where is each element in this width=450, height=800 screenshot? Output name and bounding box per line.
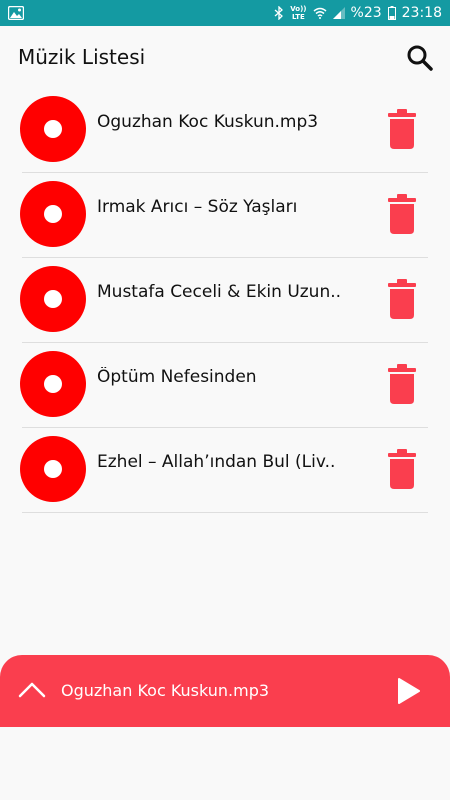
- wifi-icon: [313, 7, 327, 19]
- song-list-item[interactable]: Öptüm Nefesinden: [0, 343, 450, 428]
- disc-icon: [20, 436, 86, 502]
- delete-icon[interactable]: [386, 279, 418, 319]
- song-title: Mustafa Ceceli & Ekin Uzun..: [97, 282, 342, 302]
- song-title: Oguzhan Koc Kuskun.mp3: [97, 112, 319, 132]
- song-list-item[interactable]: Mustafa Ceceli & Ekin Uzun..: [0, 258, 450, 343]
- search-button[interactable]: [404, 42, 436, 74]
- mini-player[interactable]: Oguzhan Koc Kuskun.mp3: [0, 655, 450, 727]
- status-bar: Vo)) LTE %23 23:18: [0, 0, 450, 26]
- delete-icon[interactable]: [386, 109, 418, 149]
- song-list-item[interactable]: Irmak Arıcı – Söz Yaşları: [0, 173, 450, 258]
- bluetooth-icon: [274, 6, 284, 20]
- bottom-area: [0, 727, 450, 800]
- image-notification-icon: [7, 5, 25, 24]
- search-icon: [407, 45, 433, 71]
- volte-indicator: Vo)) LTE: [290, 5, 307, 21]
- song-title: Ezhel – Allah’ından Bul (Liv..: [97, 452, 336, 472]
- song-title: Irmak Arıcı – Söz Yaşları: [97, 197, 298, 217]
- delete-icon[interactable]: [386, 364, 418, 404]
- signal-icon: [332, 7, 345, 19]
- song-list: Oguzhan Koc Kuskun.mp3 Irmak Arıcı – Söz…: [0, 88, 450, 513]
- app-bar: Müzik Listesi: [0, 26, 450, 88]
- divider: [22, 512, 428, 513]
- now-playing-title: Oguzhan Koc Kuskun.mp3: [61, 681, 270, 700]
- battery-percent: %23: [350, 5, 382, 21]
- disc-icon: [20, 266, 86, 332]
- song-list-item[interactable]: Ezhel – Allah’ından Bul (Liv..: [0, 428, 450, 513]
- battery-icon: [387, 6, 396, 20]
- play-icon[interactable]: [398, 678, 420, 704]
- disc-icon: [20, 181, 86, 247]
- song-list-item[interactable]: Oguzhan Koc Kuskun.mp3: [0, 88, 450, 173]
- delete-icon[interactable]: [386, 449, 418, 489]
- song-title: Öptüm Nefesinden: [97, 367, 257, 387]
- chevron-up-icon[interactable]: [18, 679, 46, 699]
- disc-icon: [20, 351, 86, 417]
- page-title: Müzik Listesi: [18, 45, 146, 69]
- delete-icon[interactable]: [386, 194, 418, 234]
- disc-icon: [20, 96, 86, 162]
- clock: 23:18: [401, 5, 442, 21]
